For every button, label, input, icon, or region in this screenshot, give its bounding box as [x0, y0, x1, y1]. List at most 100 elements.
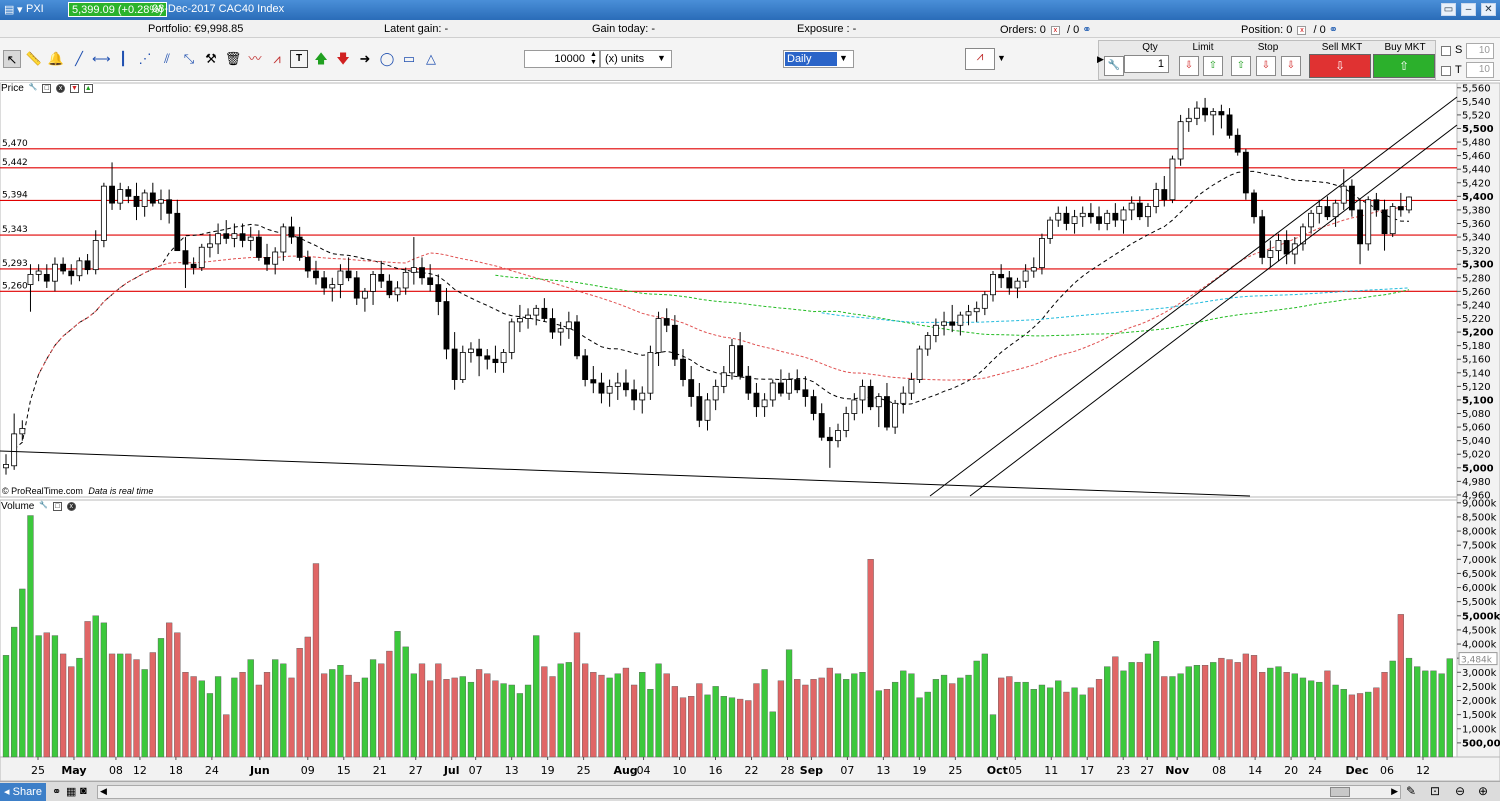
volume-bar[interactable] [524, 684, 532, 758]
candle[interactable] [68, 270, 75, 277]
volume-bar[interactable] [549, 676, 556, 758]
candle[interactable] [1267, 250, 1274, 258]
candle[interactable] [1389, 206, 1396, 235]
candle[interactable] [304, 257, 311, 272]
candle[interactable] [1259, 216, 1266, 258]
candle[interactable] [43, 273, 50, 282]
volume-bar[interactable] [859, 672, 866, 758]
volume-bar[interactable] [598, 674, 605, 758]
volume-bar[interactable] [1046, 687, 1054, 758]
candle[interactable] [1251, 192, 1257, 218]
candle[interactable] [745, 375, 752, 394]
volume-bar[interactable] [818, 677, 825, 758]
candle[interactable] [158, 199, 164, 204]
candle[interactable] [924, 335, 931, 350]
candle[interactable] [1096, 216, 1102, 224]
candle[interactable] [598, 382, 605, 394]
price-move-up-icon[interactable]: ▲ [83, 83, 93, 93]
instrument-code[interactable]: PXI [26, 3, 44, 15]
candle[interactable] [704, 399, 711, 421]
volume-bar[interactable] [1299, 677, 1307, 758]
t-checkbox[interactable] [1441, 66, 1451, 76]
candle[interactable] [1365, 199, 1372, 245]
volume-bar[interactable] [957, 677, 964, 758]
volume-bar[interactable] [1169, 676, 1176, 758]
volume-bar[interactable] [1316, 681, 1323, 758]
candle[interactable] [3, 464, 9, 469]
volume-bar[interactable] [867, 559, 874, 758]
candle[interactable] [27, 273, 34, 285]
volume-bar[interactable] [508, 684, 515, 758]
volume-bar[interactable] [353, 681, 360, 758]
volume-bar[interactable] [459, 676, 466, 758]
candle[interactable] [761, 399, 768, 408]
volume-bar[interactable] [296, 648, 303, 758]
volume-bar[interactable] [378, 663, 385, 758]
candle[interactable] [875, 396, 882, 408]
fibonacci-icon[interactable]: ⤡ [180, 50, 198, 68]
arrow-down-icon[interactable]: 🡇 [334, 50, 352, 68]
volume-bar[interactable] [1414, 666, 1421, 758]
candle[interactable] [296, 236, 303, 258]
volume-bar[interactable] [68, 666, 75, 758]
volume-bar[interactable] [1087, 687, 1095, 758]
volume-bar[interactable] [794, 679, 801, 758]
candle[interactable] [353, 277, 360, 299]
candle[interactable] [1161, 189, 1168, 201]
position-link-icon[interactable]: ⚭ [1329, 24, 1338, 36]
candle[interactable] [247, 236, 254, 241]
volume-bar[interactable] [965, 674, 972, 758]
volume-maximize-icon[interactable]: □ [52, 501, 62, 511]
orders-link-icon[interactable]: ⚭ [1082, 24, 1091, 36]
restore-button[interactable]: ▭ [1441, 3, 1456, 16]
volume-bar[interactable] [1283, 672, 1290, 758]
candle[interactable] [166, 199, 173, 214]
candle[interactable] [468, 348, 474, 353]
candle[interactable] [459, 352, 466, 380]
volume-bar[interactable] [736, 698, 744, 758]
chart-area[interactable]: Price 🔧 □ x ▼ ▲ Volume 🔧 □ x © ProRealTi… [0, 81, 1500, 781]
volume-bar[interactable] [1422, 670, 1429, 758]
volume-bar[interactable] [11, 626, 18, 758]
volume-bar[interactable] [704, 694, 711, 758]
grid-icon[interactable]: ▦ [66, 785, 76, 798]
volume-bar[interactable] [891, 681, 899, 758]
candle[interactable] [329, 284, 336, 289]
order-settings-icon[interactable]: 🔧 [1104, 56, 1124, 76]
sell-market-button[interactable]: ⇩ [1309, 54, 1371, 78]
volume-bar[interactable] [174, 632, 181, 758]
candle[interactable] [1112, 212, 1119, 221]
candle[interactable] [1030, 267, 1037, 272]
candle[interactable] [737, 345, 744, 377]
candle[interactable] [1381, 209, 1388, 235]
candle[interactable] [981, 294, 988, 309]
candle[interactable] [590, 379, 597, 384]
timeframe-chevron-down-icon[interactable]: ▼ [839, 53, 848, 63]
volume-bar[interactable] [467, 681, 475, 758]
volume-bar[interactable] [361, 677, 369, 758]
candle[interactable] [313, 270, 319, 279]
volume-bar[interactable] [655, 663, 662, 758]
volume-bar[interactable] [582, 663, 589, 758]
ruler-icon[interactable]: 📏 [25, 50, 43, 68]
candle[interactable] [777, 382, 784, 394]
volume-bar[interactable] [851, 673, 858, 758]
fan-lines-icon[interactable]: ⋰ [136, 50, 154, 68]
candle[interactable] [1316, 206, 1323, 214]
volume-bar[interactable] [1242, 653, 1249, 758]
candle[interactable] [109, 185, 115, 204]
candle[interactable] [851, 399, 858, 414]
candle[interactable] [525, 314, 531, 319]
candle[interactable] [549, 318, 556, 333]
candle[interactable] [84, 260, 91, 271]
volume-bar[interactable] [255, 684, 263, 758]
candle[interactable] [1039, 238, 1045, 269]
candle[interactable] [92, 240, 99, 271]
candle[interactable] [100, 185, 107, 241]
candle[interactable] [1340, 185, 1347, 204]
text-tool-icon[interactable]: T [290, 50, 308, 68]
candle[interactable] [321, 277, 328, 289]
volume-bar[interactable] [998, 677, 1005, 758]
candle[interactable] [1128, 202, 1135, 211]
volume-bar[interactable] [125, 653, 132, 758]
